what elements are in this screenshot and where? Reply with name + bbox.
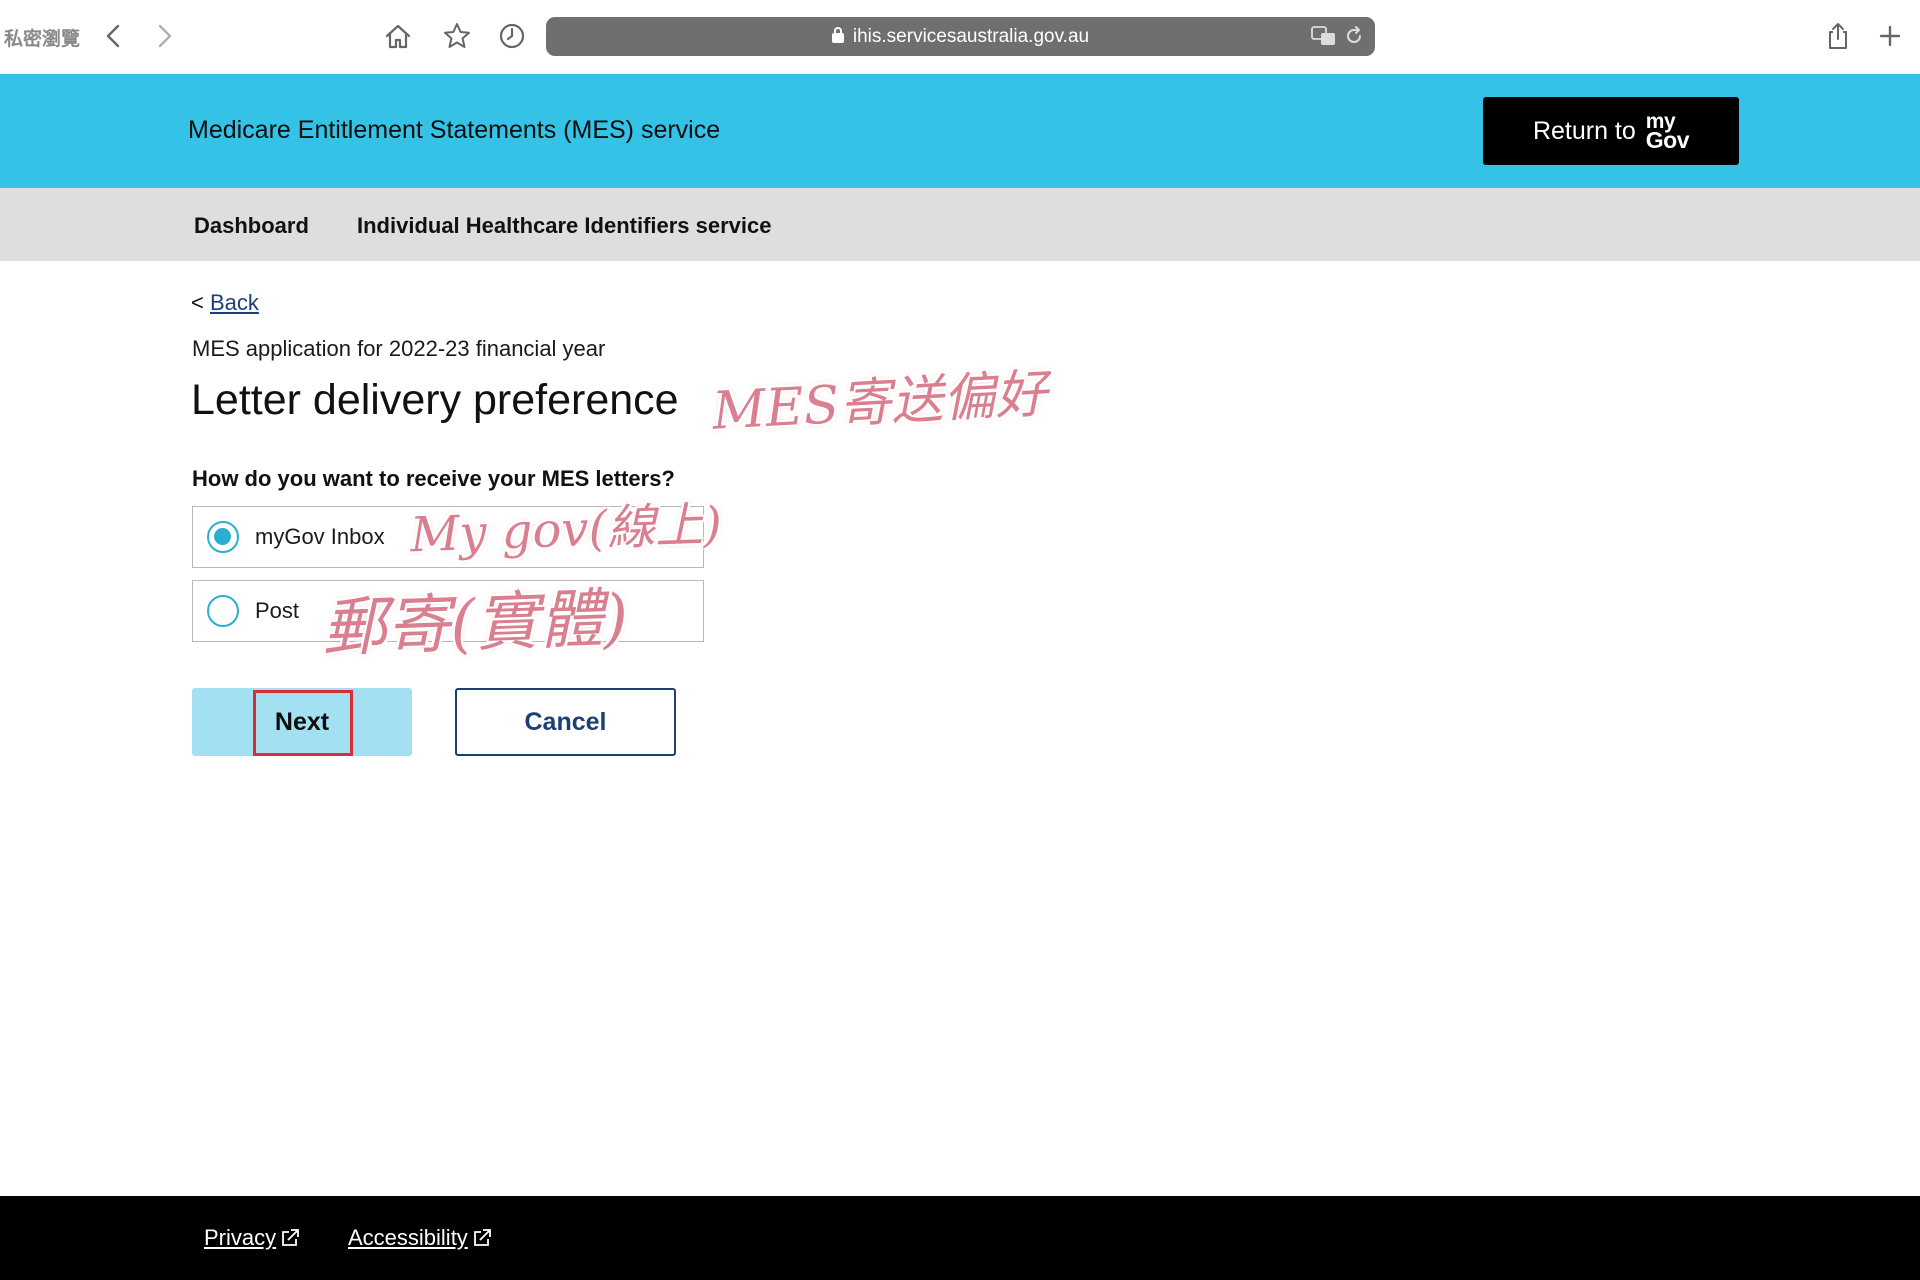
address-url: ihis.servicesaustralia.gov.au (546, 26, 1375, 48)
private-browsing-label: 私密瀏覽 (4, 28, 81, 50)
back-link[interactable]: Back (210, 290, 259, 315)
page-title: Letter delivery preference (191, 376, 679, 424)
annotation-mygov-note: My gov(線上) (409, 496, 723, 564)
return-label: Return to (1532, 116, 1636, 145)
privacy-link-label: Privacy (204, 1225, 277, 1250)
option-label: myGov Inbox (255, 524, 385, 549)
back-chevron: < (191, 290, 204, 315)
next-button[interactable]: Next (192, 688, 412, 756)
nav-healthcare-identifiers[interactable]: Individual Healthcare Identifiers servic… (357, 213, 772, 239)
annotation-post-note: 郵寄(實體) (321, 581, 630, 667)
application-subtitle: MES application for 2022-23 financial ye… (192, 336, 606, 361)
service-title: Medicare Entitlement Statements (MES) se… (188, 116, 721, 144)
history-clock-icon[interactable] (494, 18, 530, 54)
reload-icon[interactable] (1343, 25, 1365, 47)
new-tab-plus-icon[interactable] (1872, 18, 1908, 54)
external-link-icon (282, 1229, 300, 1246)
return-to-mygov-button[interactable]: Return to my Gov (1483, 97, 1739, 165)
site-footer: Privacy Accessibility (0, 1196, 1920, 1280)
back-link-row: < Back (191, 290, 259, 316)
nav-dashboard[interactable]: Dashboard (194, 213, 309, 239)
mygov-logo-gov: Gov (1645, 127, 1690, 153)
accessibility-link-label: Accessibility (348, 1225, 468, 1250)
accessibility-link[interactable]: Accessibility (348, 1225, 492, 1251)
mygov-logo: my Gov (1645, 111, 1690, 153)
radio-post[interactable] (207, 595, 239, 627)
main-navigation: Dashboard Individual Healthcare Identifi… (0, 188, 1920, 261)
cancel-button[interactable]: Cancel (455, 688, 676, 756)
lock-icon (831, 27, 844, 43)
translate-icon[interactable] (1311, 25, 1337, 47)
annotation-title-note: MES寄送偏好 (710, 364, 1049, 442)
external-link-icon (473, 1229, 491, 1246)
forward-arrow-icon[interactable] (146, 18, 182, 54)
back-arrow-icon[interactable] (96, 18, 132, 54)
browser-toolbar: 私密瀏覽 ihis.servicesaustralia.gov.au (0, 0, 1920, 74)
privacy-link[interactable]: Privacy (204, 1225, 300, 1251)
url-text: ihis.servicesaustralia.gov.au (852, 26, 1090, 47)
address-bar[interactable]: ihis.servicesaustralia.gov.au (546, 17, 1375, 56)
star-bookmark-icon[interactable] (439, 18, 475, 54)
home-icon[interactable] (380, 18, 416, 54)
share-icon[interactable] (1820, 18, 1856, 54)
option-label: Post (255, 598, 300, 623)
site-header: Medicare Entitlement Statements (MES) se… (0, 74, 1920, 188)
radio-mygov-inbox[interactable] (207, 521, 239, 553)
